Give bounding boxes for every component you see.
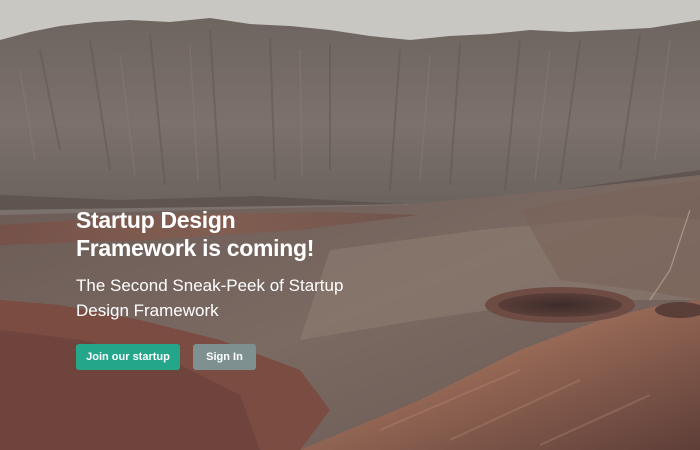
hero-title-line-2: Framework is coming! [76,235,315,261]
hero-title: Startup Design Framework is coming! [76,206,406,262]
hero-section: Startup Design Framework is coming! The … [0,0,700,450]
hero-content: Startup Design Framework is coming! The … [76,206,406,370]
hero-title-line-1: Startup Design [76,207,236,233]
hero-subtitle: The Second Sneak-Peek of Startup Design … [76,276,344,320]
join-startup-button[interactable]: Join our startup [76,344,180,370]
sign-in-button[interactable]: Sign In [193,344,256,370]
hero-actions: Join our startup Sign In [76,344,406,370]
